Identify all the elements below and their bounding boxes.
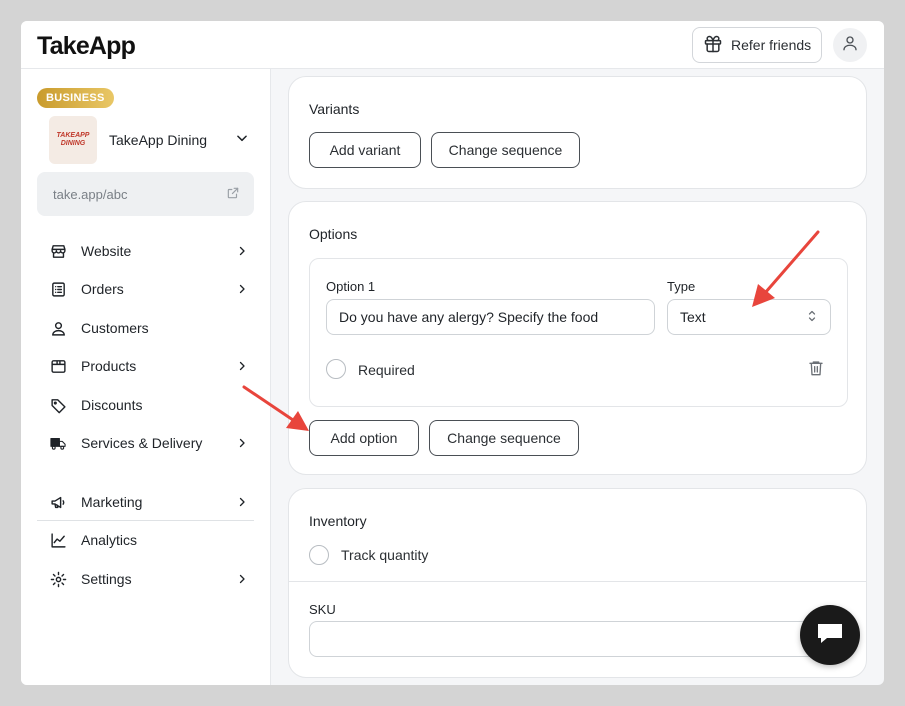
refer-friends-label: Refer friends xyxy=(731,37,812,53)
app-logo[interactable]: TakeApp xyxy=(37,32,136,61)
store-icon xyxy=(49,242,67,260)
sidebar-item-marketing[interactable]: Marketing xyxy=(49,490,249,514)
gift-icon xyxy=(703,34,723,57)
sidebar-item-label: Website xyxy=(81,243,132,259)
app-window: TakeApp Refer friends BUSINESS TAKEAPP D… xyxy=(21,21,884,685)
sidebar-item-label: Services & Delivery xyxy=(81,435,203,451)
sidebar-item-label: Analytics xyxy=(81,532,138,548)
add-variant-button[interactable]: Add variant xyxy=(309,132,421,168)
options-card: Options Option 1 Do you have any alergy?… xyxy=(288,201,867,475)
external-link-icon[interactable] xyxy=(226,186,240,203)
option-type-label: Type xyxy=(667,279,696,294)
chevron-up-down-icon xyxy=(806,309,818,326)
sidebar-item-settings[interactable]: Settings xyxy=(49,567,249,591)
sidebar: BUSINESS TAKEAPP DINING TakeApp Dining t… xyxy=(21,69,271,685)
inventory-card: Inventory Track quantity SKU xyxy=(288,488,867,678)
sidebar-item-analytics[interactable]: Analytics xyxy=(49,528,249,552)
tag-icon xyxy=(49,396,67,414)
options-title: Options xyxy=(309,226,358,242)
refer-friends-button[interactable]: Refer friends xyxy=(692,27,822,63)
chevron-right-icon xyxy=(235,282,249,296)
sidebar-item-website[interactable]: Website xyxy=(49,239,249,263)
sku-label: SKU xyxy=(309,602,336,617)
chevron-down-icon xyxy=(235,131,249,150)
required-label: Required xyxy=(358,362,415,378)
chevron-right-icon xyxy=(235,495,249,509)
sidebar-item-customers[interactable]: Customers xyxy=(49,316,249,340)
user-icon xyxy=(49,319,67,337)
top-bar: TakeApp Refer friends xyxy=(21,21,884,69)
receipt-icon xyxy=(49,280,67,298)
variants-change-sequence-button[interactable]: Change sequence xyxy=(431,132,580,168)
option-type-select[interactable]: Text xyxy=(667,299,831,335)
sidebar-item-label: Products xyxy=(81,358,137,374)
sidebar-item-label: Discounts xyxy=(81,397,143,413)
chevron-right-icon xyxy=(235,359,249,373)
sidebar-item-label: Customers xyxy=(81,320,149,336)
options-change-sequence-button[interactable]: Change sequence xyxy=(429,420,579,456)
option-type-value: Text xyxy=(680,309,706,325)
track-quantity-checkbox[interactable] xyxy=(309,545,329,565)
chart-line-icon xyxy=(49,531,67,549)
truck-icon xyxy=(49,434,67,452)
store-switcher[interactable]: TAKEAPP DINING TakeApp Dining xyxy=(49,116,249,164)
business-badge: BUSINESS xyxy=(37,88,114,108)
track-quantity-label: Track quantity xyxy=(341,547,429,563)
megaphone-icon xyxy=(49,493,67,511)
sidebar-item-orders[interactable]: Orders xyxy=(49,277,249,301)
sidebar-item-products[interactable]: Products xyxy=(49,354,249,378)
chat-button[interactable] xyxy=(800,605,860,665)
chat-bubble-icon xyxy=(815,619,845,652)
option-name-input[interactable]: Do you have any alergy? Specify the food xyxy=(326,299,655,335)
sidebar-item-label: Settings xyxy=(81,571,132,587)
box-icon xyxy=(49,357,67,375)
chevron-right-icon xyxy=(235,244,249,258)
store-name: TakeApp Dining xyxy=(109,132,208,148)
store-logo: TAKEAPP DINING xyxy=(49,116,97,164)
option-row: Option 1 Do you have any alergy? Specify… xyxy=(309,258,848,407)
store-url: take.app/abc xyxy=(53,186,128,202)
required-checkbox[interactable] xyxy=(326,359,346,379)
chevron-right-icon xyxy=(235,436,249,450)
variants-title: Variants xyxy=(309,101,360,117)
trash-icon[interactable] xyxy=(808,359,824,382)
sidebar-item-services-delivery[interactable]: Services & Delivery xyxy=(49,431,249,455)
sidebar-item-discounts[interactable]: Discounts xyxy=(49,393,249,417)
sidebar-item-label: Orders xyxy=(81,281,124,297)
option-name-label: Option 1 xyxy=(326,279,376,294)
sku-input[interactable] xyxy=(309,621,848,657)
sidebar-item-label: Marketing xyxy=(81,494,143,510)
inventory-divider xyxy=(289,581,866,582)
user-avatar-button[interactable] xyxy=(833,28,867,62)
gear-icon xyxy=(49,570,67,588)
user-icon xyxy=(841,34,859,57)
store-logo-line-2: DINING xyxy=(60,140,86,147)
store-logo-line-1: TAKEAPP xyxy=(56,132,90,139)
variants-card: Variants Add variant Change sequence xyxy=(288,76,867,189)
add-option-button[interactable]: Add option xyxy=(309,420,419,456)
chevron-right-icon xyxy=(235,572,249,586)
store-url-box[interactable]: take.app/abc xyxy=(37,172,254,216)
inventory-title: Inventory xyxy=(309,513,367,529)
sidebar-divider xyxy=(37,520,254,521)
